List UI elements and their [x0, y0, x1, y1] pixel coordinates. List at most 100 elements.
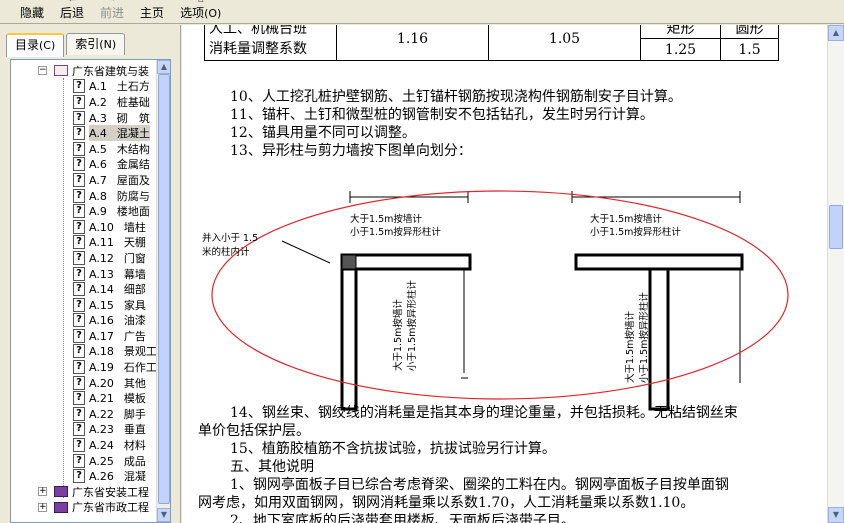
tree-item[interactable]: ? A.8 防腐与 — [11, 188, 157, 204]
tab-contents[interactable]: 目录(C) — [6, 33, 65, 57]
paragraph-13: 13、异形柱与剪力墙按下图单向划分： — [230, 143, 472, 159]
help-topic-icon: ? — [73, 391, 85, 406]
help-viewer-window: 隐藏 ⇦ 后退 ⇨ 前进 主页 ▫ 选项(O) 目录(C) 索引(N) − 广东… — [0, 0, 844, 523]
content-vertical-scrollbar[interactable]: ▲ ▼ — [827, 25, 844, 523]
tree-item[interactable]: ? A.26 混凝 — [11, 468, 157, 484]
tree-item[interactable]: ? A.9 楼地面 — [11, 203, 157, 219]
forward-button[interactable]: ⇨ 前进 — [92, 0, 132, 23]
help-topic-icon: ? — [73, 282, 85, 297]
tree-item[interactable]: ? A.15 家具 — [11, 297, 157, 313]
help-topic-icon: ? — [73, 141, 85, 156]
tree-item-label: A.1 土石方 — [89, 80, 150, 94]
tree-item-label: A.24 材料 — [89, 439, 146, 453]
back-button[interactable]: ⇦ 后退 — [52, 0, 92, 23]
tree-item[interactable]: ? A.5 木结构 — [11, 141, 157, 157]
tree-item[interactable]: ? A.7 屋面及 — [11, 172, 157, 188]
tree-item-label: A.22 脚手 — [89, 407, 146, 421]
help-topic-icon: ? — [73, 204, 85, 219]
help-topic-icon: ? — [73, 313, 85, 328]
help-topic-icon: ? — [73, 235, 85, 250]
tree-item-label: A.14 细部 — [89, 283, 146, 297]
scroll-up-icon[interactable]: ▲ — [157, 60, 170, 74]
scroll-up-icon[interactable]: ▲ — [828, 25, 844, 41]
options-button[interactable]: ▫ 选项(O) — [172, 0, 229, 23]
hide-button[interactable]: 隐藏 — [12, 0, 52, 23]
tree-item-label: A.11 天棚 — [89, 236, 146, 250]
topic-content-pane: 人工、机械台班 消耗量调整系数 1.16 1.05 矩形 圆形 1.25 1.5 … — [182, 25, 844, 523]
tree-item[interactable]: ? A.25 成品 — [11, 453, 157, 469]
tree-item[interactable]: ? A.24 材料 — [11, 437, 157, 453]
table-cell: 1.05 — [488, 25, 641, 61]
open-book-icon — [54, 65, 68, 77]
tree-item[interactable]: ? A.6 金属结 — [11, 157, 157, 173]
tree-item[interactable]: ? A.23 垂直 — [11, 422, 157, 438]
scroll-down-icon[interactable]: ▼ — [157, 508, 170, 522]
contents-tree-panel: − 广东省建筑与装 ? A.1 土石方? A.2 桩基础? A.3 砌 筑? A.4 混凝土? A… — [10, 59, 171, 523]
adjustment-coefficient-table: 人工、机械台班 消耗量调整系数 1.16 1.05 矩形 圆形 1.25 1.5 — [204, 25, 779, 61]
tree-item[interactable]: ? A.17 广告 — [11, 328, 157, 344]
help-topic-icon: ? — [73, 422, 85, 437]
help-topic-icon: ? — [73, 110, 85, 125]
tree-item[interactable]: ? A.1 土石方 — [11, 79, 157, 95]
tree-scroll-thumb[interactable] — [158, 74, 170, 504]
help-topic-icon: ? — [73, 188, 85, 203]
tree-item-label: A.19 石作工 — [89, 361, 157, 375]
tree-book-item[interactable]: + 广东省市政工程 — [11, 500, 157, 516]
tree-item[interactable]: ? A.11 天棚 — [11, 235, 157, 251]
expand-icon[interactable]: + — [38, 487, 47, 497]
tree-item-label: A.12 门窗 — [89, 251, 146, 265]
paragraph-10: 10、人工挖孔桩护壁钢筋、土钉锚杆钢筋按现浇构件钢筋制安子目计算。 — [230, 89, 682, 105]
tree-item[interactable]: ? A.4 混凝土 — [11, 125, 157, 142]
table-cell: 1.16 — [336, 25, 489, 61]
home-button[interactable]: 主页 — [132, 0, 172, 23]
tree-item[interactable]: ? A.21 模板 — [11, 390, 157, 406]
help-topic-icon: ? — [73, 172, 85, 187]
expand-icon[interactable]: + — [38, 502, 47, 512]
help-topic-icon: ? — [73, 453, 85, 468]
tree-item[interactable]: ? A.14 细部 — [11, 281, 157, 297]
tree-item-label: A.18 景观工 — [89, 345, 157, 359]
tree-item-label: A.25 成品 — [89, 454, 146, 468]
tree-vertical-scrollbar[interactable]: ▲ ▼ — [156, 60, 170, 522]
tree-item[interactable]: ? A.22 脚手 — [11, 406, 157, 422]
tree-item-label: A.15 家具 — [89, 298, 146, 312]
paragraph-12: 12、锚具用量不同可以调整。 — [230, 125, 416, 141]
svg-text:大于1.5m按墙计: 大于1.5m按墙计 — [350, 213, 422, 225]
tree-book-item[interactable]: + 广东省安装工程 — [11, 484, 157, 500]
tree-item-label: A.16 油漆 — [89, 314, 146, 328]
toolbar: 隐藏 ⇦ 后退 ⇨ 前进 主页 ▫ 选项(O) — [0, 0, 844, 24]
paragraph-other-1: 1、钢网亭面板子目已综合考虑脊梁、圈梁的工料在内。钢网亭面板子目按单面钢 — [230, 477, 729, 493]
tree-item-label: A.2 桩基础 — [89, 95, 150, 109]
svg-text:并入小于 1.5: 并入小于 1.5 — [202, 232, 258, 244]
table-header-cell: 矩形 — [640, 25, 721, 39]
tree-item-label: A.21 模板 — [89, 392, 146, 406]
scroll-down-icon[interactable]: ▼ — [828, 507, 844, 523]
svg-text:大于1.5m按墙计: 大于1.5m按墙计 — [624, 311, 636, 383]
tree-item-label: A.23 垂直 — [89, 423, 146, 437]
nav-tabs: 目录(C) 索引(N) — [6, 33, 127, 57]
tree-item[interactable]: ? A.20 其他 — [11, 375, 157, 391]
tree-item[interactable]: ? A.19 石作工 — [11, 359, 157, 375]
help-topic-icon: ? — [73, 126, 85, 141]
column-wall-diagram: 并入小于 1.5 米的柱内计 大于1.5m按墙计 小于1.5m按异形柱计 大于1… — [202, 190, 789, 411]
tree-item-label: A.17 广告 — [89, 329, 146, 343]
tree-item[interactable]: ? A.18 景观工 — [11, 344, 157, 360]
tree-root-item[interactable]: − 广东省建筑与装 — [11, 63, 157, 79]
tree-item[interactable]: ? A.12 门窗 — [11, 250, 157, 266]
content-scroll-thumb[interactable] — [829, 205, 843, 249]
paragraph-15: 15、植筋胶植筋不含抗拔试验，抗拔试验另行计算。 — [230, 441, 556, 457]
svg-text:小于1.5m按异形柱计: 小于1.5m按异形柱计 — [638, 292, 650, 383]
help-topic-icon: ? — [73, 469, 85, 484]
help-topic-icon: ? — [73, 406, 85, 421]
tab-index[interactable]: 索引(N) — [66, 33, 126, 55]
tree-item[interactable]: ? A.2 桩基础 — [11, 94, 157, 110]
tree-item-label: A.5 木结构 — [89, 142, 150, 156]
tree-item[interactable]: ? A.10 墙柱 — [11, 219, 157, 235]
collapse-icon[interactable]: − — [38, 66, 47, 76]
tree-item[interactable]: ? A.16 油漆 — [11, 313, 157, 329]
tree-item[interactable]: ? A.13 幕墙 — [11, 266, 157, 282]
paragraph-14-cont: 单价包括保护层。 — [198, 423, 310, 439]
tree-item[interactable]: ? A.3 砌 筑 — [11, 110, 157, 126]
tree-item-label: A.13 幕墙 — [89, 267, 146, 281]
annotation-ellipse — [211, 190, 789, 400]
